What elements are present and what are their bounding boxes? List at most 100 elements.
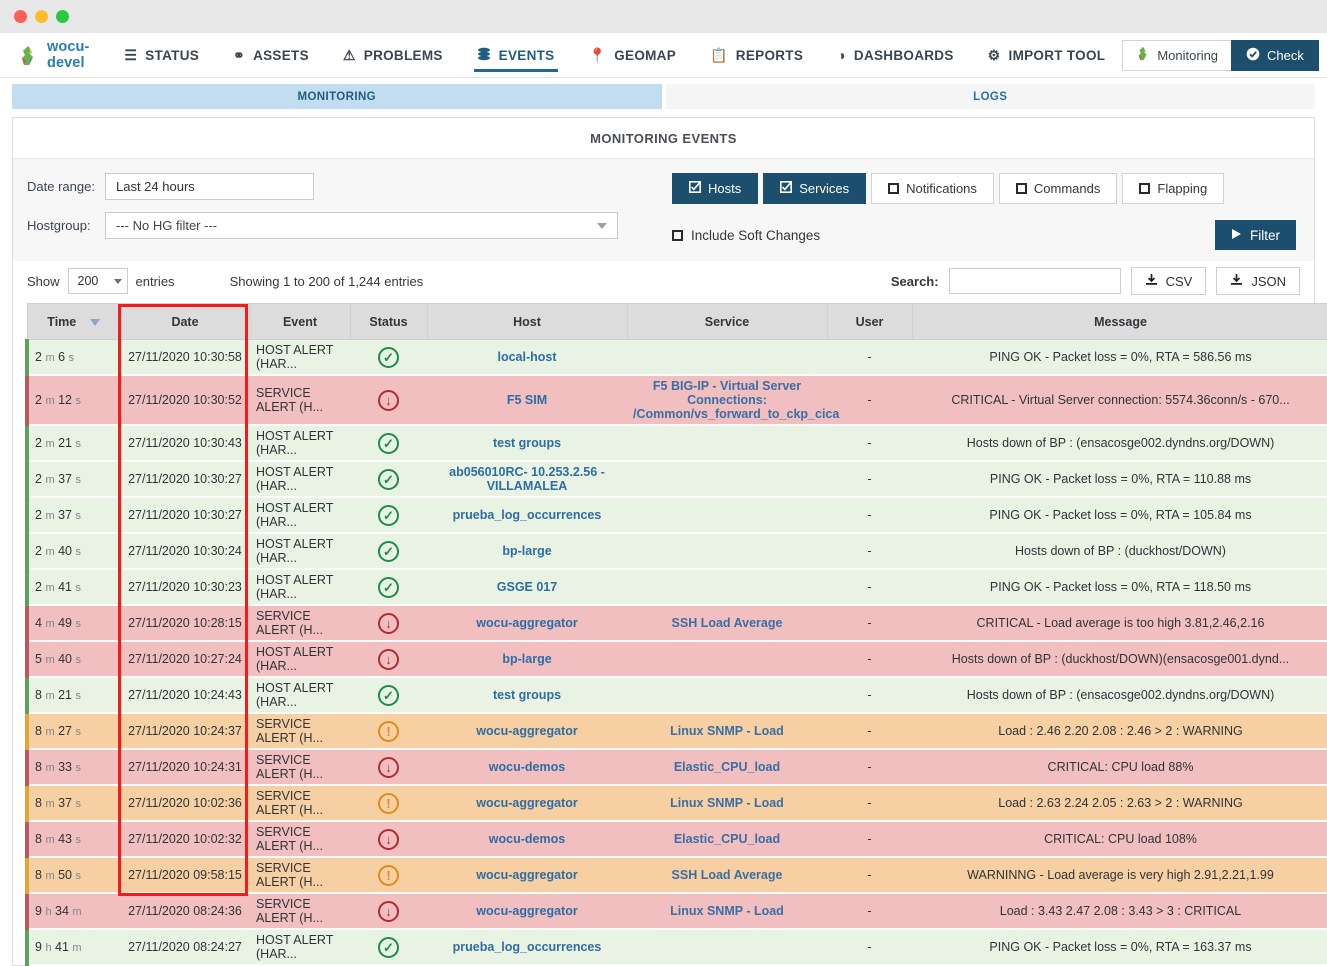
nav-item-reports[interactable]: 📋 REPORTS [693,33,820,77]
include-soft-changes-checkbox[interactable]: Include Soft Changes [672,228,820,243]
toggle-commands[interactable]: Commands [998,173,1118,204]
service-link[interactable]: SSH Load Average [672,868,783,882]
column-header-user[interactable]: User [826,303,913,340]
table-row[interactable]: 2 m 6 s 27/11/2020 10:30:58 HOST ALERT (HA… [25,339,1327,376]
service-link[interactable]: Linux SNMP - Load [670,796,784,810]
table-row[interactable]: 9 h 41 m 27/11/2020 08:24:27 HOST ALERT (H… [25,929,1327,966]
host-link[interactable]: prueba_log_occurrences [453,508,602,522]
host-link[interactable]: local-host [497,350,556,364]
close-window-button[interactable] [14,10,27,23]
nav-item-dashboards-label: DASHBOARDS [853,47,954,63]
table-row[interactable]: 9 h 34 m 27/11/2020 08:24:36 SERVICE ALERT… [25,893,1327,930]
nav-item-import-tool[interactable]: ⚙ IMPORT TOOL [971,33,1123,77]
toggle-services[interactable]: Services [763,173,867,204]
column-header-time[interactable]: Time [26,303,121,340]
service-link[interactable]: Linux SNMP - Load [670,724,784,738]
service-link[interactable]: Elastic_CPU_load [674,760,780,774]
brand-logo-link[interactable]: wocu-devel [14,33,107,77]
column-header-message[interactable]: Message [911,303,1327,340]
table-row[interactable]: 2 m 21 s 27/11/2020 10:30:43 HOST ALERT (H… [25,425,1327,462]
table-row[interactable]: 2 m 40 s 27/11/2020 10:30:24 HOST ALERT (H… [25,533,1327,570]
status-crit-icon: ↓ [378,900,399,922]
download-icon [1145,273,1158,289]
toggle-flapping[interactable]: Flapping [1122,173,1225,204]
table-row[interactable]: 2 m 12 s 27/11/2020 10:30:52 SERVICE ALERT… [25,375,1327,426]
column-header-date[interactable]: Date [119,303,251,340]
table-row[interactable]: 8 m 37 s 27/11/2020 10:02:36 SERVICE ALERT… [25,785,1327,822]
service-link[interactable]: F5 BIG-IP - Virtual Server Connections: … [633,379,839,421]
table-row[interactable]: 2 m 37 s 27/11/2020 10:30:27 HOST ALERT (H… [25,461,1327,498]
cell-message: Hosts down of BP : (duckhost/DOWN) [912,533,1327,570]
table-row[interactable]: 5 m 40 s 27/11/2020 10:27:24 HOST ALERT (H… [25,641,1327,678]
cell-status: ✓ [350,929,427,966]
cell-status: ✓ [350,533,427,570]
host-link[interactable]: test groups [493,688,561,702]
filter-button[interactable]: Filter [1215,220,1296,250]
nav-item-events[interactable]: EVENTS [460,33,572,77]
cell-event: HOST ALERT (HAR... [250,533,350,570]
column-header-service[interactable]: Service [626,303,828,340]
export-json-button[interactable]: JSON [1216,267,1300,295]
table-row[interactable]: 8 m 27 s 27/11/2020 10:24:37 SERVICE ALERT… [25,713,1327,750]
service-link[interactable]: Elastic_CPU_load [674,832,780,846]
host-link[interactable]: ab056010RC- 10.253.2.56 - VILLAMALEA [449,465,605,493]
table-row[interactable]: 8 m 43 s 27/11/2020 10:02:32 SERVICE ALERT… [25,821,1327,858]
hostgroup-select[interactable]: --- No HG filter --- [105,212,618,239]
host-link[interactable]: wocu-demos [489,760,565,774]
nav-item-geomap[interactable]: 📍 GEOMAP [572,33,694,77]
table-row[interactable]: 4 m 49 s 27/11/2020 10:28:15 SERVICE ALERT… [25,605,1327,642]
table-row[interactable]: 2 m 37 s 27/11/2020 10:30:27 HOST ALERT (H… [25,497,1327,534]
service-link[interactable]: Linux SNMP - Load [670,904,784,918]
wocu-small-logo-icon [1136,46,1150,64]
status-ok-icon: ✓ [378,504,399,526]
toggle-notifications[interactable]: Notifications [871,173,994,204]
host-link[interactable]: wocu-aggregator [476,904,577,918]
cell-service [627,641,827,678]
table-row[interactable]: 8 m 33 s 27/11/2020 10:24:31 SERVICE ALERT… [25,749,1327,786]
host-link[interactable]: prueba_log_occurrences [453,940,602,954]
cell-date: 27/11/2020 10:02:36 [120,785,250,822]
tab-logs[interactable]: LOGS [665,84,1315,109]
maximize-window-button[interactable] [56,10,69,23]
host-link[interactable]: wocu-demos [489,832,565,846]
host-link[interactable]: test groups [493,436,561,450]
column-header-event[interactable]: Event [249,303,351,340]
column-header-status[interactable]: Status [349,303,428,340]
host-link[interactable]: GSGE 017 [497,580,557,594]
table-row[interactable]: 8 m 50 s 27/11/2020 09:58:15 SERVICE ALERT… [25,857,1327,894]
service-link[interactable]: SSH Load Average [672,616,783,630]
host-link[interactable]: bp-large [502,544,551,558]
export-csv-button[interactable]: CSV [1130,267,1207,295]
host-link[interactable]: bp-large [502,652,551,666]
checked-box-icon [780,181,793,196]
check-button-label: Check [1267,47,1304,63]
date-range-input[interactable] [105,173,314,200]
cell-date: 27/11/2020 10:30:27 [120,497,250,534]
toggle-hosts[interactable]: Hosts [672,173,759,204]
page-length-select[interactable]: 200 [67,268,128,294]
nav-item-assets[interactable]: ⚭ ASSETS [216,33,326,77]
minimize-window-button[interactable] [35,10,48,23]
nav-item-status[interactable]: ☰ STATUS [107,33,216,77]
monitoring-button[interactable]: Monitoring [1122,39,1232,71]
checked-box-icon [689,181,701,196]
nav-item-problems[interactable]: ⚠ PROBLEMS [326,33,460,77]
search-label: Search: [890,273,939,289]
tab-monitoring[interactable]: MONITORING [12,84,662,109]
nav-item-dashboards[interactable]: ◑ DASHBOARDS [820,33,971,77]
host-link[interactable]: F5 SIM [507,393,547,407]
host-link[interactable]: wocu-aggregator [476,868,577,882]
host-link[interactable]: wocu-aggregator [476,616,577,630]
host-link[interactable]: wocu-aggregator [476,796,577,810]
cell-host: test groups [427,425,627,462]
search-input[interactable] [948,268,1121,294]
host-link[interactable]: wocu-aggregator [476,724,577,738]
table-row[interactable]: 2 m 41 s 27/11/2020 10:30:23 HOST ALERT (H… [25,569,1327,606]
column-header-host[interactable]: Host [426,303,628,340]
cell-host: F5 SIM [427,375,627,426]
cell-message: Hosts down of BP : (duckhost/DOWN)(ensac… [912,641,1327,678]
check-button[interactable]: Check [1231,39,1319,71]
cell-time: 2 m 6 s [25,339,120,376]
cell-message: CRITICAL: CPU load 88% [912,749,1327,786]
table-row[interactable]: 8 m 21 s 27/11/2020 10:24:43 HOST ALERT (H… [25,677,1327,714]
